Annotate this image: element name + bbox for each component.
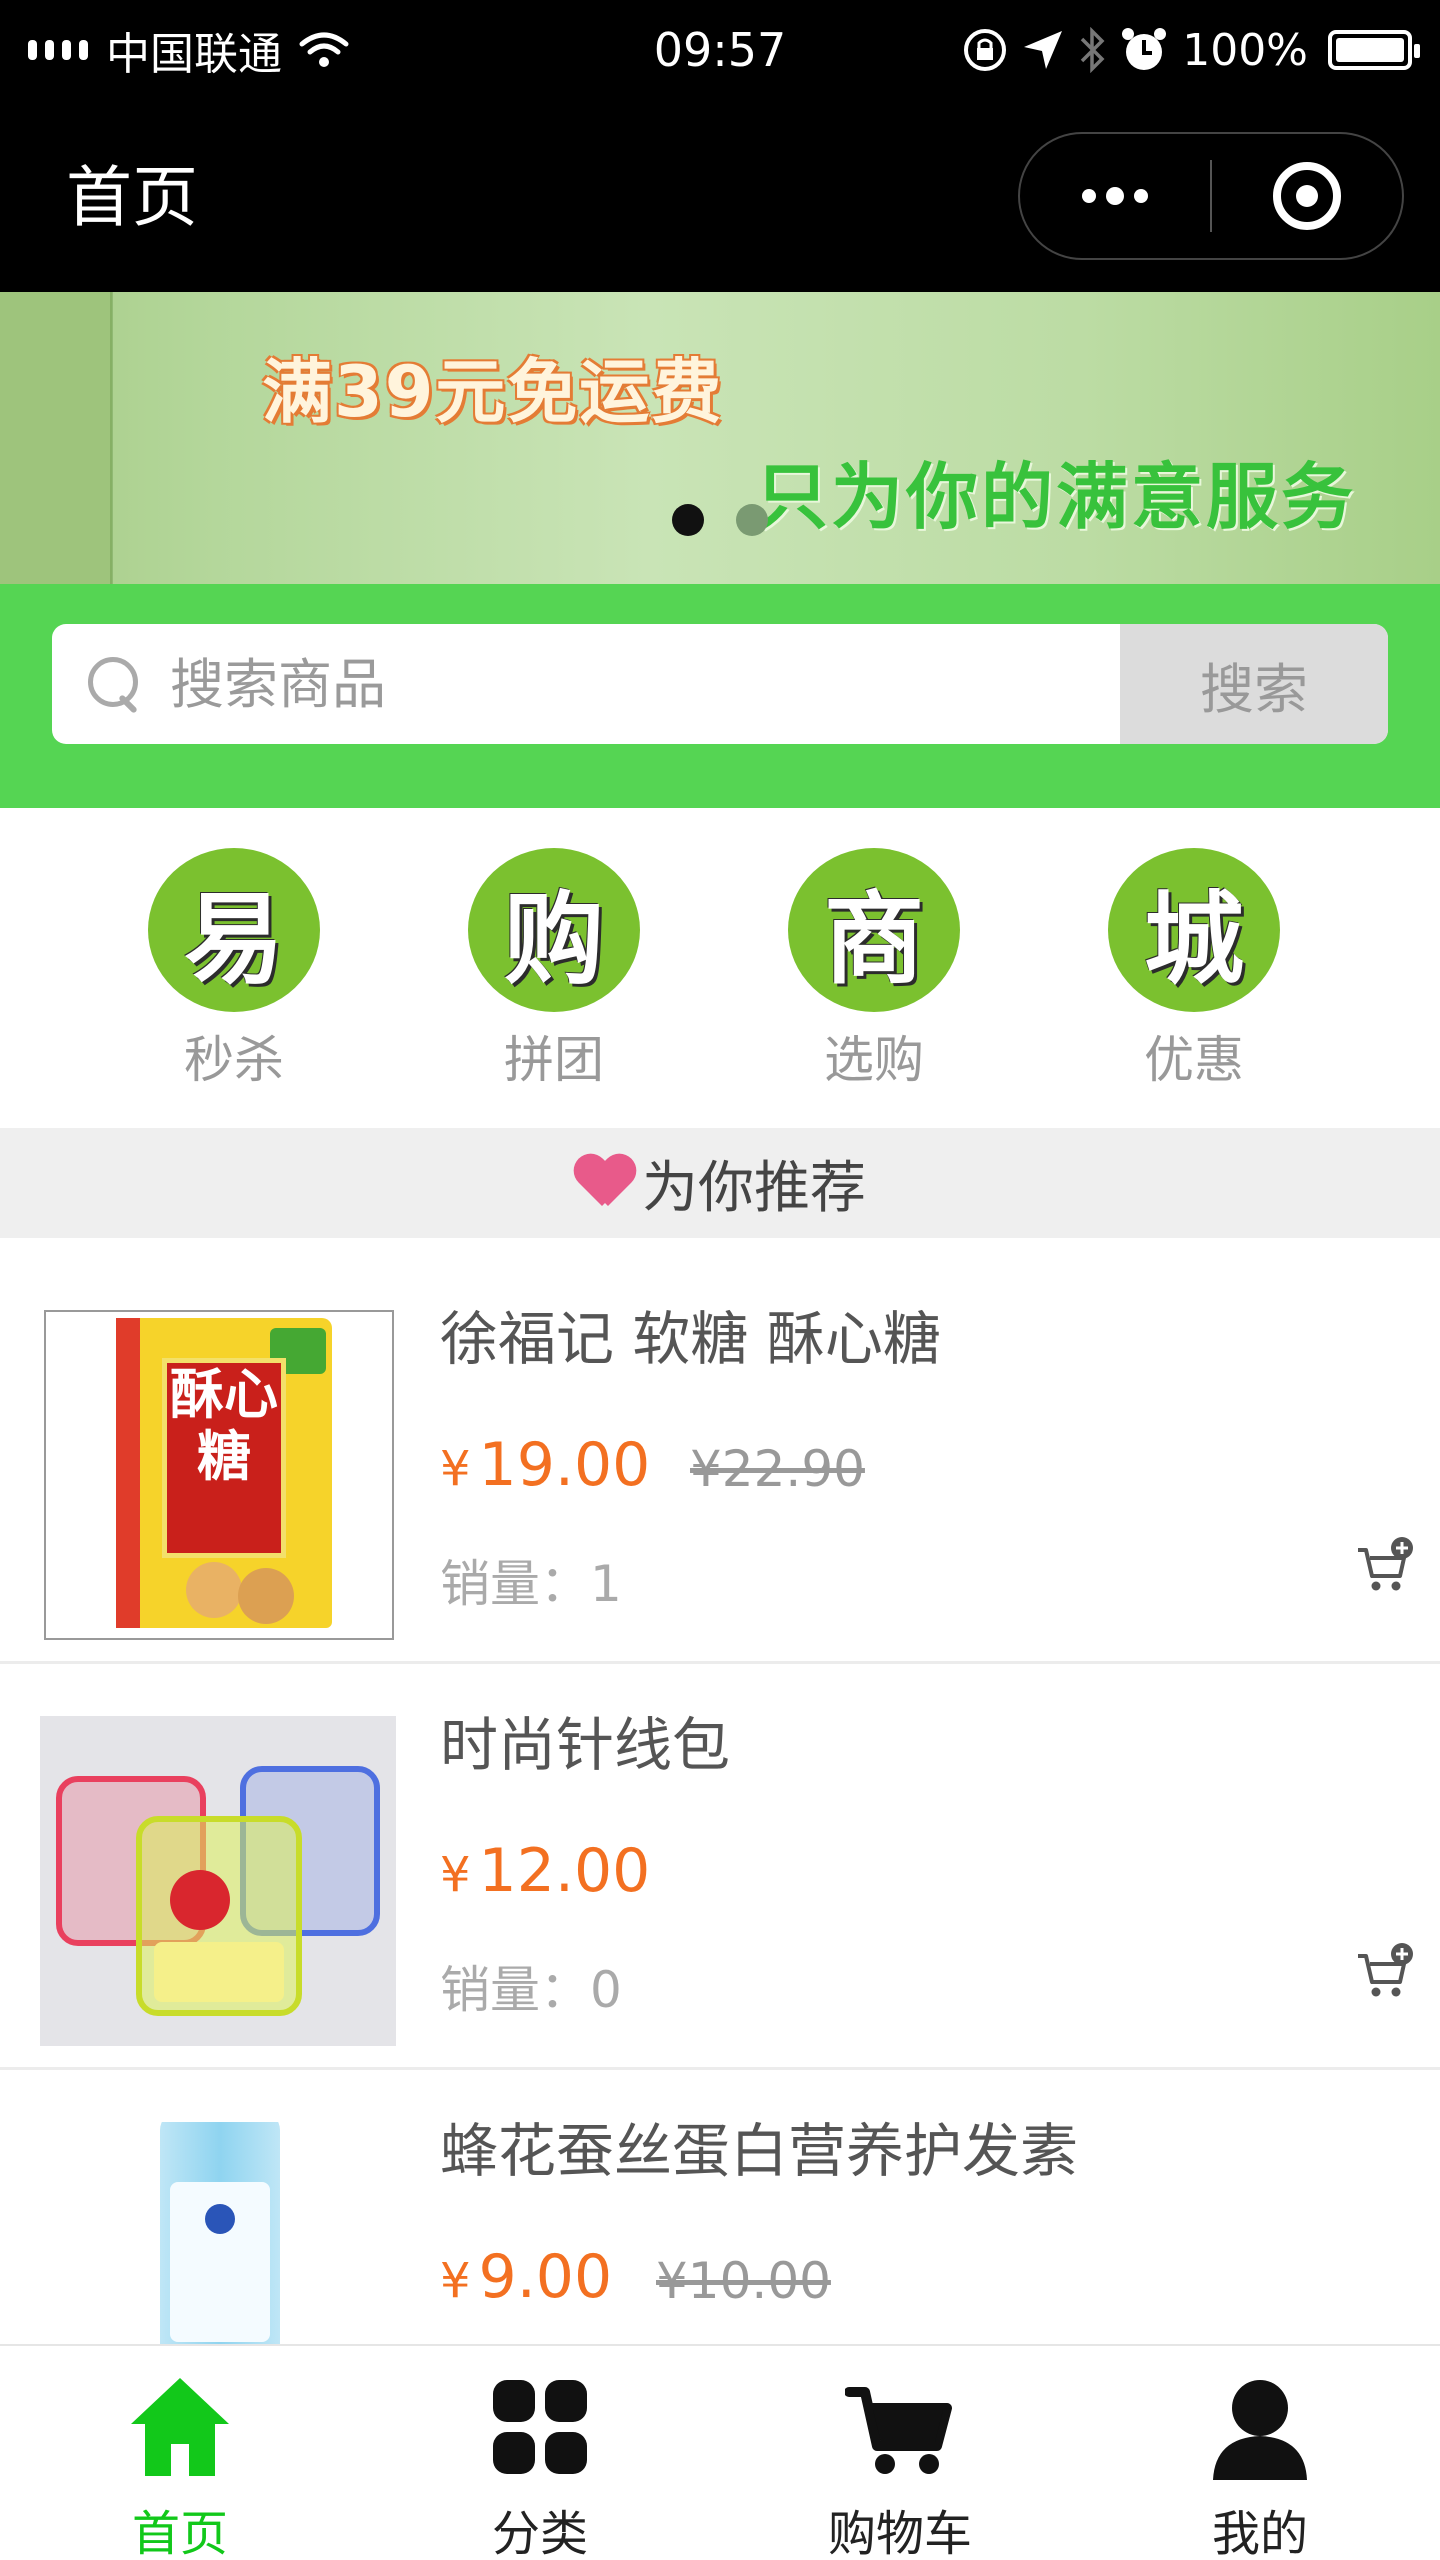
- tab-category[interactable]: 分类: [360, 2346, 720, 2560]
- more-dot-icon: [1106, 187, 1124, 205]
- search-input[interactable]: [170, 652, 1070, 716]
- user-icon: [1213, 2380, 1307, 2480]
- bottom-tab-bar: 首页 分类 购物车 我的: [0, 2344, 1440, 2560]
- price-value: 9.00: [478, 2242, 613, 2312]
- currency-symbol: ¥: [440, 2253, 471, 2309]
- product-price: ¥12.00: [440, 1836, 650, 1906]
- alarm-icon: [1122, 28, 1167, 70]
- target-icon: [1273, 162, 1341, 230]
- battery-icon: [1328, 30, 1420, 70]
- product-original-price: ¥22.90: [690, 1440, 865, 1498]
- banner-pagination: [0, 504, 1440, 544]
- cart-icon: [845, 2387, 952, 2474]
- product-item[interactable]: 酥心糖 徐福记 软糖 酥心糖 ¥19.00 ¥22.90 销量：1: [0, 1258, 1440, 1664]
- status-bar: 中国联通 09:57 100%: [0, 0, 1440, 100]
- tab-cart[interactable]: 购物车: [720, 2346, 1080, 2560]
- banner-dot-active[interactable]: [672, 504, 704, 536]
- search-button[interactable]: 搜索: [1120, 624, 1388, 744]
- banner-free-shipping-text: 满39元免运费: [262, 351, 724, 433]
- banner-dot[interactable]: [736, 504, 768, 536]
- product-price: ¥19.00: [440, 1430, 650, 1500]
- product-item[interactable]: 时尚针线包 ¥12.00 销量：0: [0, 1664, 1440, 2070]
- package-label: 酥心糖: [162, 1358, 286, 1558]
- price-value: 19.00: [478, 1430, 651, 1500]
- location-icon: [1024, 31, 1063, 69]
- tab-label: 我的: [1211, 2506, 1308, 2560]
- tab-profile[interactable]: 我的: [1080, 2346, 1440, 2560]
- category-flash-sale[interactable]: 易 秒杀: [144, 848, 324, 1092]
- page-title: 首页: [66, 159, 198, 236]
- category-label: 选购: [824, 1031, 924, 1089]
- tab-label: 首页: [131, 2506, 228, 2560]
- category-label: 拼团: [504, 1031, 604, 1089]
- category-circle-icon: 易: [148, 848, 320, 1012]
- category-label: 优惠: [1144, 1031, 1244, 1089]
- product-sales: 销量：1: [440, 1555, 622, 1613]
- promo-banner[interactable]: 满39元免运费 只为你的满意服务: [0, 292, 1440, 584]
- category-circle-icon: 城: [1108, 848, 1280, 1012]
- product-price: ¥9.00: [440, 2242, 612, 2312]
- product-sales: 销量：0: [440, 1961, 622, 2019]
- grid-icon: [493, 2380, 587, 2474]
- currency-symbol: ¥: [440, 1847, 471, 1903]
- category-discount[interactable]: 城 优惠: [1104, 848, 1284, 1092]
- category-group-buy[interactable]: 购 拼团: [464, 848, 644, 1092]
- mini-program-capsule: [1018, 132, 1404, 260]
- bluetooth-icon: [1080, 27, 1105, 73]
- search-input-area[interactable]: [52, 624, 1120, 744]
- tab-label: 购物车: [827, 2506, 972, 2560]
- add-to-cart-icon[interactable]: [1354, 1942, 1416, 2004]
- product-original-price: ¥10.00: [656, 2252, 831, 2310]
- search-section: 搜索: [0, 584, 1440, 808]
- more-options-button[interactable]: [1020, 134, 1210, 258]
- category-label: 秒杀: [184, 1031, 284, 1089]
- product-name: 时尚针线包: [440, 1711, 731, 1779]
- navigation-bar: 首页: [0, 100, 1440, 292]
- recommend-header: 为你推荐: [0, 1128, 1440, 1238]
- heart-icon: [574, 1156, 634, 1210]
- search-icon: [88, 657, 142, 711]
- price-value: 12.00: [478, 1836, 651, 1906]
- battery-percent: 100%: [1182, 24, 1308, 76]
- candy-package-image: 酥心糖: [116, 1318, 332, 1628]
- home-icon: [131, 2378, 229, 2476]
- category-circle-icon: 商: [788, 848, 960, 1012]
- product-name: 蜂花蚕丝蛋白营养护发素: [440, 2117, 1079, 2185]
- product-image[interactable]: [40, 1716, 396, 2046]
- product-image[interactable]: 酥心糖: [44, 1310, 394, 1640]
- more-dot-icon: [1134, 189, 1148, 203]
- close-mini-program-button[interactable]: [1212, 134, 1402, 258]
- tab-home[interactable]: 首页: [0, 2346, 360, 2560]
- recommend-title: 为你推荐: [642, 1155, 866, 1221]
- category-shop[interactable]: 商 选购: [784, 848, 964, 1092]
- more-dot-icon: [1082, 189, 1096, 203]
- currency-symbol: ¥: [440, 1441, 471, 1497]
- rotation-lock-icon: [964, 29, 1007, 71]
- category-nav: 易 秒杀 购 拼团 商 选购 城 优惠: [0, 808, 1440, 1128]
- status-right: 100%: [962, 22, 1420, 78]
- search-box: 搜索: [52, 624, 1388, 744]
- product-name: 徐福记 软糖 酥心糖: [440, 1305, 941, 1373]
- sewing-kit-image: [40, 1716, 396, 2046]
- tab-label: 分类: [491, 2506, 588, 2560]
- add-to-cart-icon[interactable]: [1354, 1536, 1416, 1598]
- category-circle-icon: 购: [468, 848, 640, 1012]
